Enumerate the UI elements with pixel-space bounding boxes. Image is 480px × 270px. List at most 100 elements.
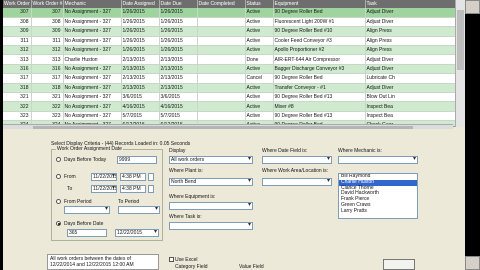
table-cell[interactable]: No Assignment - 327 — [63, 36, 122, 47]
table-cell[interactable]: No Assignment - 327 — [63, 111, 122, 122]
table-cell[interactable]: No Assignment - 327 — [63, 101, 122, 112]
mechanic-select[interactable] — [338, 156, 418, 164]
column-header[interactable]: Date Due — [159, 0, 198, 8]
days-before-date-picker[interactable]: 12/22/2015 — [115, 229, 159, 237]
table-cell[interactable]: No Assignment - 327 — [63, 17, 122, 28]
table-cell[interactable]: 3/6/2015 — [121, 92, 160, 103]
table-cell[interactable]: 1/26/2015 — [121, 26, 160, 37]
grid-vertical-scrollbar[interactable] — [455, 0, 465, 127]
table-cell[interactable]: No Assignment - 327 — [63, 73, 122, 84]
table-cell[interactable]: No Assignment - 327 — [63, 26, 122, 37]
table-row[interactable]: 311 311 No Assignment - 327 1/26/2015 1/26/2… — [3, 36, 465, 47]
table-cell[interactable]: 90 Degree Roller Bed — [273, 73, 366, 84]
column-header[interactable]: Status — [245, 0, 274, 8]
table-cell[interactable] — [197, 17, 246, 28]
table-cell[interactable]: 2/13/2015 — [159, 83, 198, 94]
table-cell[interactable] — [197, 64, 246, 75]
table-cell[interactable]: No Assignment - 327 — [63, 45, 122, 56]
table-cell[interactable]: Align Press — [365, 45, 465, 56]
from-period-radio[interactable] — [56, 199, 61, 204]
column-header[interactable]: Work Order # — [31, 0, 64, 8]
from-time-spinner[interactable] — [148, 173, 154, 181]
work-area-select[interactable] — [262, 178, 332, 186]
table-cell[interactable]: 321 — [3, 92, 32, 103]
table-cell[interactable]: Lubricate Ch — [365, 73, 465, 84]
to-time-input[interactable]: 4:38 PM — [120, 185, 146, 193]
column-header[interactable]: Work Order ID — [3, 0, 32, 8]
table-cell[interactable]: Charlie Huston — [63, 54, 122, 65]
table-cell[interactable]: Active — [245, 92, 274, 103]
to-date-picker[interactable]: 11/22/2015 — [91, 185, 117, 193]
to-period-select[interactable] — [118, 206, 160, 214]
table-cell[interactable] — [197, 8, 246, 18]
table-cell[interactable]: 308 — [3, 17, 32, 28]
mechanic-list[interactable]: Bill Raymond Charlie Huston Clarice Thorne… — [338, 173, 418, 219]
table-cell[interactable]: 316 — [31, 64, 64, 75]
table-cell[interactable]: 2/13/2015 — [159, 64, 198, 75]
window-scroll-down-button[interactable] — [465, 256, 480, 270]
table-cell[interactable]: 307 — [31, 8, 64, 18]
table-cell[interactable]: 90 Degree Roller Bed #10 — [273, 26, 366, 37]
days-before-today-input[interactable]: 9999 — [117, 156, 157, 164]
column-header[interactable]: Mechanic — [63, 0, 122, 8]
table-cell[interactable]: 2/13/2015 — [121, 54, 160, 65]
table-cell[interactable]: 90 Degree Roller Bed — [273, 8, 366, 18]
table-cell[interactable]: Align Press — [365, 36, 465, 47]
table-cell[interactable]: Bagger Discharge Conveyor #3 — [273, 64, 366, 75]
table-cell[interactable]: 323 — [3, 111, 32, 122]
table-cell[interactable]: 322 — [31, 101, 64, 112]
table-cell[interactable]: No Assignment - 327 — [63, 8, 122, 18]
days-before-today-radio[interactable] — [56, 157, 61, 162]
table-row[interactable]: 312 312 No Assignment - 327 1/26/2015 1/26/2… — [3, 45, 465, 56]
table-row[interactable]: 323 323 No Assignment - 327 5/7/2015 5/7/201… — [3, 111, 465, 122]
table-cell[interactable]: Mixer #8 — [273, 101, 366, 112]
table-cell[interactable]: 5/7/2015 — [159, 111, 198, 122]
equipment-select[interactable] — [169, 202, 253, 210]
table-cell[interactable]: Active — [245, 17, 274, 28]
table-cell[interactable]: Active — [245, 45, 274, 56]
from-time-input[interactable]: 4:38 PM — [120, 173, 146, 181]
table-cell[interactable]: Adjust Diver — [365, 8, 465, 18]
table-cell[interactable]: Adjust Diver — [365, 54, 465, 65]
table-cell[interactable] — [197, 101, 246, 112]
table-cell[interactable]: 313 — [3, 54, 32, 65]
table-row[interactable]: 307 307 No Assignment - 327 1/26/2015 1/26/2… — [3, 8, 465, 18]
table-cell[interactable]: Apollo Proportioner #2 — [273, 45, 366, 56]
table-cell[interactable] — [197, 36, 246, 47]
table-cell[interactable]: 1/26/2015 — [121, 45, 160, 56]
table-cell[interactable]: Done — [245, 54, 274, 65]
table-cell[interactable]: 317 — [31, 73, 64, 84]
table-cell[interactable]: 5/7/2015 — [121, 111, 160, 122]
table-cell[interactable]: Inspect Bea — [365, 111, 465, 122]
table-row[interactable]: 322 322 No Assignment - 327 4/16/2015 4/16/2… — [3, 101, 465, 112]
list-item[interactable]: Larry Pratts — [339, 208, 417, 215]
column-header[interactable]: Date Assigned — [121, 0, 160, 8]
display-select[interactable]: All work orders — [169, 156, 253, 164]
table-row[interactable]: 317 317 No Assignment - 327 2/13/2015 2/13/2… — [3, 73, 465, 84]
table-cell[interactable] — [197, 54, 246, 65]
table-cell[interactable]: 1/26/2015 — [159, 26, 198, 37]
table-cell[interactable]: 1/26/2015 — [121, 8, 160, 18]
table-cell[interactable]: Transfer Conveyor - #1 — [273, 83, 366, 94]
from-radio[interactable] — [56, 174, 61, 179]
table-row[interactable]: 318 318 No Assignment - 327 2/13/2015 2/13/2… — [3, 83, 465, 94]
table-cell[interactable]: 3/6/2015 — [159, 92, 198, 103]
table-cell[interactable] — [197, 45, 246, 56]
column-header[interactable]: Date Completed — [197, 0, 246, 8]
table-cell[interactable]: 322 — [3, 101, 32, 112]
table-cell[interactable]: 2/13/2015 — [121, 83, 160, 94]
table-cell[interactable]: Cooler Feed Conveyor #3 — [273, 36, 366, 47]
table-cell[interactable]: Active — [245, 83, 274, 94]
table-cell[interactable]: AIR-ERT-644 Air Compressor — [273, 54, 366, 65]
table-cell[interactable]: 1/26/2015 — [159, 17, 198, 28]
table-cell[interactable]: Active — [245, 111, 274, 122]
table-cell[interactable] — [197, 26, 246, 37]
task-select[interactable] — [169, 222, 253, 230]
table-cell[interactable]: 323 — [31, 111, 64, 122]
work-order-grid[interactable]: Work Order ID Work Order # Mechanic Date… — [3, 0, 465, 127]
table-cell[interactable] — [197, 83, 246, 94]
column-header[interactable]: Task — [365, 0, 465, 8]
table-cell[interactable]: 4/16/2015 — [121, 101, 160, 112]
table-cell[interactable] — [197, 111, 246, 122]
table-cell[interactable]: 1/26/2015 — [159, 36, 198, 47]
